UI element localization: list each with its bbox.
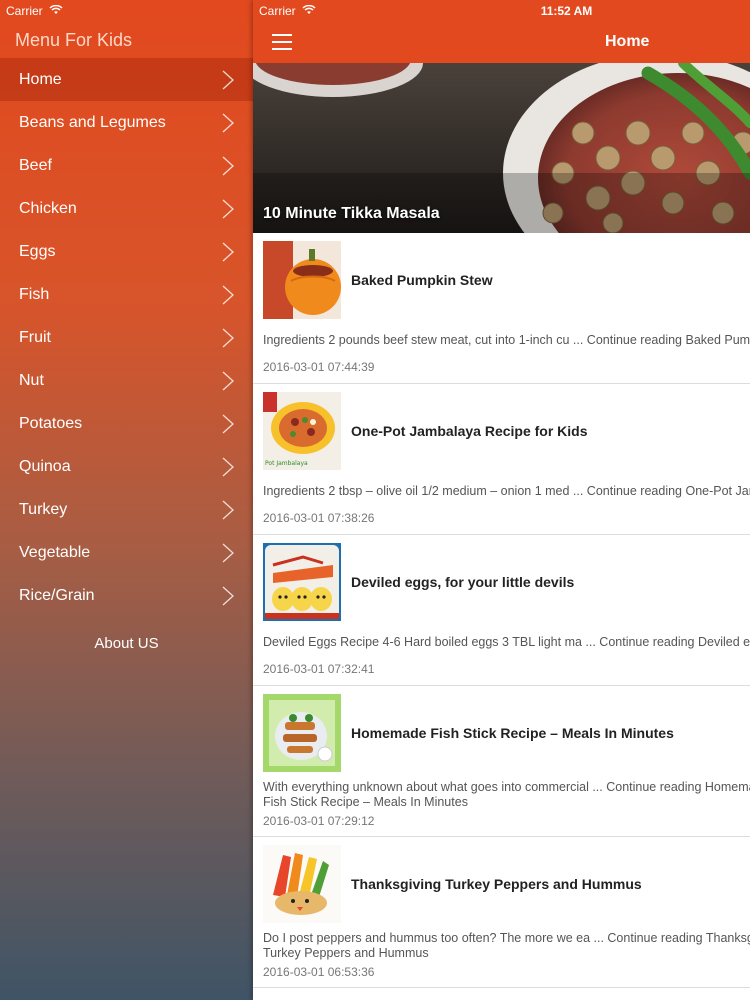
article-title: Baked Pumpkin Stew bbox=[351, 272, 493, 288]
sidebar-item-fish[interactable]: Fish bbox=[0, 273, 253, 316]
sidebar-item-quinoa[interactable]: Quinoa bbox=[0, 445, 253, 488]
sidebar-item-label: Chicken bbox=[19, 199, 77, 217]
article-date: 2016-03-01 07:29:12 bbox=[263, 814, 375, 828]
chevron-right-icon bbox=[222, 70, 234, 89]
article-title: Homemade Fish Stick Recipe – Meals In Mi… bbox=[351, 725, 674, 741]
sidebar-item-label: Beef bbox=[19, 156, 52, 174]
chevron-right-icon bbox=[222, 199, 234, 218]
sidebar-title: Menu For Kids bbox=[15, 29, 133, 50]
article-thumbnail bbox=[263, 694, 341, 772]
sidebar-item-label: Potatoes bbox=[19, 414, 83, 432]
main-panel: Carrier 11:52 AM Home 10 Minute Tikka Ma… bbox=[253, 0, 750, 1000]
article-date: 2016-03-01 06:53:36 bbox=[263, 965, 375, 979]
article-list-item[interactable]: Pot Jambalaya One-Pot Jambalaya Recipe f… bbox=[253, 384, 750, 535]
article-excerpt: Deviled Eggs Recipe 4-6 Hard boiled eggs… bbox=[263, 635, 750, 649]
clock: 11:52 AM bbox=[540, 4, 593, 18]
sidebar-item-label: Fish bbox=[19, 285, 50, 303]
chevron-right-icon bbox=[222, 371, 234, 390]
article-excerpt: Ingredients 2 pounds beef stew meat, cut… bbox=[263, 333, 750, 347]
sidebar-item-label: Rice/Grain bbox=[19, 586, 95, 604]
chevron-right-icon bbox=[222, 285, 234, 304]
article-thumbnail: Pot Jambalaya bbox=[263, 392, 341, 470]
article-thumbnail bbox=[263, 845, 341, 923]
article-excerpt: Ingredients 2 tbsp – olive oil 1/2 mediu… bbox=[263, 484, 750, 498]
article-thumbnail bbox=[263, 241, 341, 319]
sidebar-item-beans-and-legumes[interactable]: Beans and Legumes bbox=[0, 101, 253, 144]
sidebar-item-label: Fruit bbox=[19, 328, 51, 346]
sidebar-item-beef[interactable]: Beef bbox=[0, 144, 253, 187]
sidebar-item-chicken[interactable]: Chicken bbox=[0, 187, 253, 230]
sidebar-item-label: Home bbox=[19, 70, 62, 88]
featured-article[interactable]: 10 Minute Tikka Masala bbox=[253, 63, 750, 233]
sidebar-item-label: Turkey bbox=[19, 500, 68, 518]
about-us-link[interactable]: About US bbox=[0, 635, 253, 652]
article-list-item[interactable]: Baked Pumpkin Stew Ingredients 2 pounds … bbox=[253, 233, 750, 384]
article-list-item[interactable]: Homemade Fish Stick Recipe – Meals In Mi… bbox=[253, 686, 750, 837]
article-list-item[interactable]: Deviled eggs, for your little devils Dev… bbox=[253, 535, 750, 686]
status-bar: Carrier 11:52 AM bbox=[253, 0, 750, 22]
chevron-right-icon bbox=[222, 156, 234, 175]
chevron-right-icon bbox=[222, 586, 234, 605]
chevron-right-icon bbox=[222, 113, 234, 132]
article-excerpt: With everything unknown about what goes … bbox=[263, 780, 750, 809]
article-title: Deviled eggs, for your little devils bbox=[351, 574, 575, 590]
sidebar-item-eggs[interactable]: Eggs bbox=[0, 230, 253, 273]
chevron-right-icon bbox=[222, 500, 234, 519]
article-date: 2016-03-01 07:38:26 bbox=[263, 511, 375, 525]
sidebar-item-label: Quinoa bbox=[19, 457, 71, 475]
sidebar-item-label: Nut bbox=[19, 371, 44, 389]
status-bar-left: Carrier bbox=[0, 0, 253, 22]
sidebar-item-vegetable[interactable]: Vegetable bbox=[0, 531, 253, 574]
sidebar-item-fruit[interactable]: Fruit bbox=[0, 316, 253, 359]
article-excerpt: Do I post peppers and hummus too often? … bbox=[263, 931, 750, 960]
sidebar-item-rice-grain[interactable]: Rice/Grain bbox=[0, 574, 253, 617]
chevron-right-icon bbox=[222, 414, 234, 433]
sidebar-menu: Carrier Menu For Kids Home Beans and Leg… bbox=[0, 0, 253, 1000]
carrier-label: Carrier bbox=[6, 4, 43, 18]
chevron-right-icon bbox=[222, 457, 234, 476]
chevron-right-icon bbox=[222, 543, 234, 562]
app-header: Carrier 11:52 AM Home bbox=[253, 0, 750, 63]
sidebar-item-nut[interactable]: Nut bbox=[0, 359, 253, 402]
sidebar-item-turkey[interactable]: Turkey bbox=[0, 488, 253, 531]
chevron-right-icon bbox=[222, 328, 234, 347]
nav-title: Home bbox=[605, 33, 650, 50]
svg-text:Pot Jambalaya: Pot Jambalaya bbox=[265, 460, 308, 467]
article-date: 2016-03-01 07:44:39 bbox=[263, 360, 375, 374]
sidebar-item-label: Beans and Legumes bbox=[19, 113, 166, 131]
nav-bar: Home bbox=[253, 22, 750, 63]
featured-article-title: 10 Minute Tikka Masala bbox=[263, 205, 440, 222]
article-title: One-Pot Jambalaya Recipe for Kids bbox=[351, 423, 588, 439]
sidebar-item-label: Eggs bbox=[19, 242, 56, 260]
article-title: Thanksgiving Turkey Peppers and Hummus bbox=[351, 876, 642, 892]
article-date: 2016-03-01 07:32:41 bbox=[263, 662, 375, 676]
chevron-right-icon bbox=[222, 242, 234, 261]
hamburger-icon[interactable] bbox=[272, 34, 292, 50]
wifi-icon bbox=[49, 4, 63, 18]
article-list-item[interactable]: Thanksgiving Turkey Peppers and Hummus D… bbox=[253, 837, 750, 988]
sidebar-item-label: Vegetable bbox=[19, 543, 91, 561]
sidebar-item-home[interactable]: Home bbox=[0, 58, 253, 101]
article-thumbnail bbox=[263, 543, 341, 621]
sidebar-item-potatoes[interactable]: Potatoes bbox=[0, 402, 253, 445]
